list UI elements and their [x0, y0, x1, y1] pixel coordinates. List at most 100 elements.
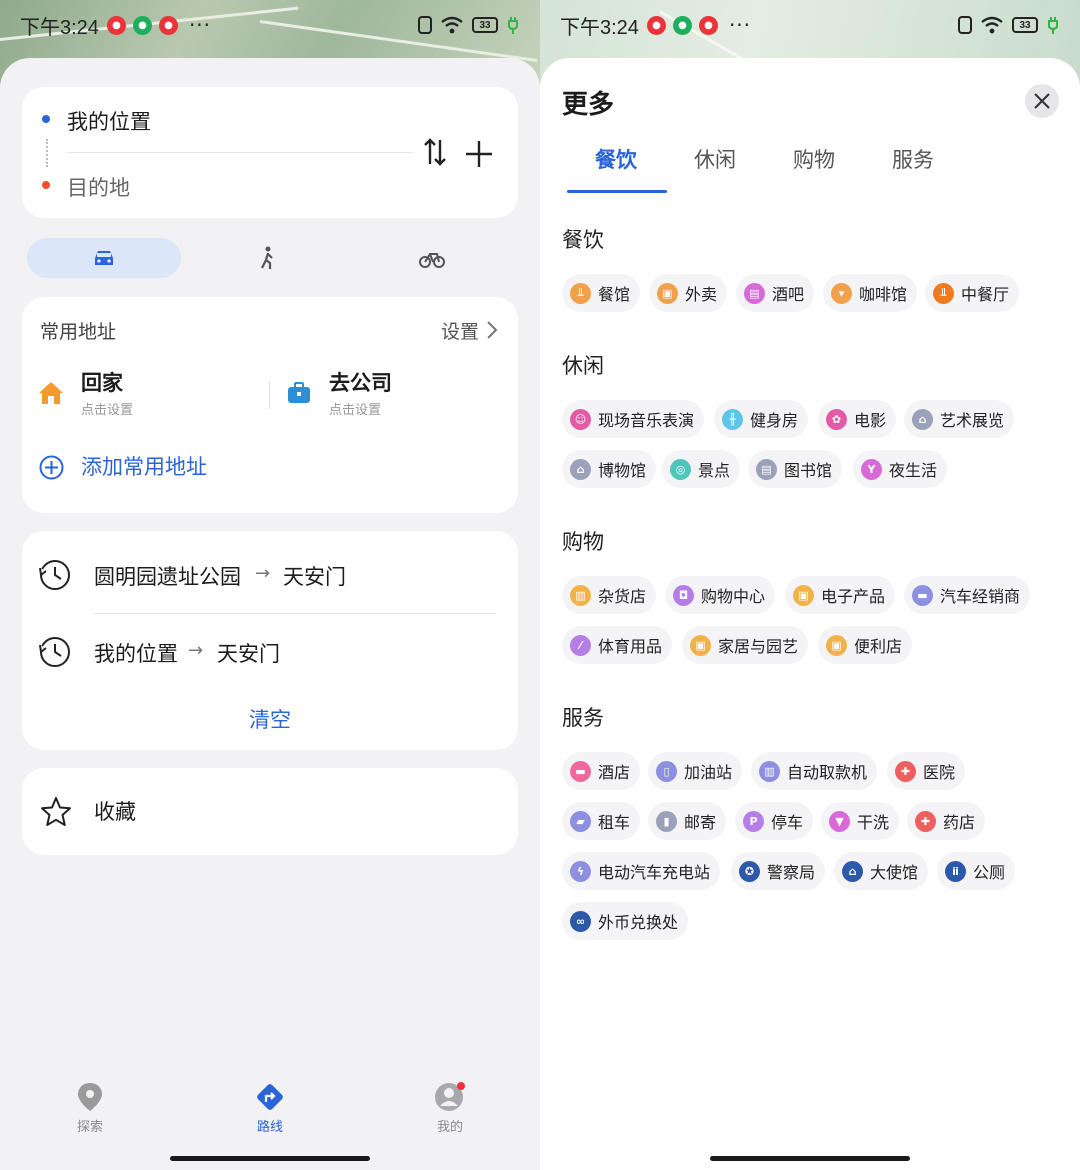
chip-embassy[interactable]: ⌂ 大使馆 [834, 852, 929, 890]
sim-icon [418, 16, 432, 34]
add-common-address-label: 添加常用地址 [81, 455, 207, 479]
chip-pharmacy[interactable]: ✚ 药店 [907, 802, 986, 840]
plus-circle-icon [39, 455, 64, 480]
chip-gas-station[interactable]: ▯ 加油站 [648, 752, 743, 790]
chip-currency-exchange[interactable]: ∞ 外币兑换处 [562, 902, 689, 940]
chip-nightlife[interactable]: Y 夜生活 [853, 450, 948, 488]
home-icon [39, 382, 63, 404]
gallery-icon: ⌂ [912, 408, 933, 430]
recent-route-to: 天安门 [217, 642, 280, 666]
chip-attraction[interactable]: ◎ 景点 [662, 450, 741, 488]
chip-art-exhibition[interactable]: ⌂ 艺术展览 [904, 400, 1015, 438]
section-services-title: 服务 [562, 706, 604, 730]
recent-route-item[interactable]: 我的位置 → 天安门 [38, 632, 508, 672]
tab-dining[interactable]: 餐饮 [566, 144, 666, 174]
more-sheet: 更多 餐饮 休闲 购物 服务 餐饮 ⫫ 餐馆 ▣ 外卖 ▤ 酒吧 ▾ 咖啡馆 ⫫ 中餐厅 … [540, 58, 1080, 1170]
destination-field[interactable]: 目的地 [67, 172, 130, 202]
chip-museum[interactable]: ⌂ 博物馆 [562, 450, 657, 488]
nav-route[interactable]: 路线 [230, 1082, 310, 1135]
settings-link[interactable]: 设置 [441, 317, 479, 344]
book-icon: ▤ [756, 458, 777, 480]
sports-icon: ⁄ [570, 634, 591, 656]
mode-bike[interactable] [407, 238, 457, 278]
chip-restaurant[interactable]: ⫫ 餐馆 [562, 274, 641, 312]
more-categories-pane: 下午3:24 ● ● ● ··· 33 更多 餐饮 休闲 购物 服务 餐饮 ⫫ 餐… [540, 0, 1080, 1170]
clear-history-button[interactable]: 清空 [22, 704, 518, 734]
electronics-icon: ▣ [793, 584, 814, 606]
travel-mode-tabs [27, 238, 517, 278]
chip-mall[interactable]: ◘ 购物中心 [665, 576, 776, 614]
active-tab-indicator [567, 190, 667, 193]
add-common-address-button[interactable]: 添加常用地址 [39, 451, 339, 485]
recent-route-from: 我的位置 [94, 642, 178, 666]
mode-drive[interactable] [27, 238, 181, 278]
favorites-card[interactable]: 收藏 [22, 768, 518, 855]
add-stop-icon[interactable] [464, 139, 494, 169]
walk-icon [261, 246, 273, 269]
chip-grocery[interactable]: ▥ 杂货店 [562, 576, 657, 614]
basket-icon: ▥ [570, 584, 591, 606]
hospital-icon: ✚ [895, 760, 916, 782]
origin-dot [42, 115, 50, 123]
home-shortcut[interactable]: 回家 点击设置 [38, 367, 258, 419]
chip-electronics[interactable]: ▣ 电子产品 [785, 576, 896, 614]
chip-movie[interactable]: ✿ 电影 [818, 400, 897, 438]
ev-charger-icon: ϟ [570, 860, 591, 882]
chip-ev-charging[interactable]: ϟ 电动汽车充电站 [562, 852, 721, 890]
shopping-bag-icon: ◘ [673, 584, 694, 606]
close-button[interactable] [1025, 84, 1059, 118]
chip-atm[interactable]: ▥ 自动取款机 [751, 752, 878, 790]
work-shortcut[interactable]: 去公司 点击设置 [287, 367, 507, 419]
chip-car-dealer[interactable]: ▬ 汽车经销商 [904, 576, 1031, 614]
chip-cafe[interactable]: ▾ 咖啡馆 [823, 274, 918, 312]
chevron-right-icon[interactable] [486, 320, 498, 340]
history-icon [39, 637, 70, 667]
app-notification-icon: ● [698, 15, 718, 35]
favorites-label: 收藏 [94, 800, 136, 824]
chip-restroom[interactable]: ⅱ 公厕 [937, 852, 1016, 890]
chip-sporting-goods[interactable]: ⁄ 体育用品 [562, 626, 673, 664]
chip-library[interactable]: ▤ 图书馆 [748, 450, 843, 488]
route-arrow: → [188, 640, 204, 661]
tab-services[interactable]: 服务 [863, 144, 963, 174]
recent-route-item[interactable]: 圆明园遗址公园 → 天安门 [38, 555, 508, 595]
section-dining-title: 餐饮 [562, 228, 604, 252]
category-tabs: 餐饮 休闲 购物 服务 [562, 134, 1042, 194]
mode-walk[interactable] [242, 238, 292, 278]
chip-dry-cleaning[interactable]: ▼ 干洗 [821, 802, 900, 840]
notification-badge [457, 1082, 465, 1090]
swap-icon[interactable] [422, 137, 448, 167]
chip-car-rental[interactable]: ▰ 租车 [562, 802, 641, 840]
chip-post[interactable]: ▮ 邮寄 [648, 802, 727, 840]
chip-gym[interactable]: ╫ 健身房 [714, 400, 809, 438]
camera-icon: ◎ [670, 458, 691, 480]
house-icon: ▣ [690, 634, 711, 656]
chip-home-garden[interactable]: ▣ 家居与园艺 [682, 626, 809, 664]
app-notification-icon: ● [158, 15, 178, 35]
chip-takeout[interactable]: ▣ 外卖 [649, 274, 728, 312]
chip-parking[interactable]: P 停车 [735, 802, 814, 840]
nav-me[interactable]: 我的 [410, 1082, 490, 1135]
tab-leisure[interactable]: 休闲 [665, 144, 765, 174]
dumbbell-icon: ╫ [722, 408, 743, 430]
chip-live-music[interactable]: ☺ 现场音乐表演 [562, 400, 705, 438]
origin-field[interactable]: 我的位置 [67, 106, 151, 136]
route-planner-pane: 下午3:24 ● ● ● ··· 33 我的位置 目的地 常用地址 设置 回家 … [0, 0, 540, 1170]
common-addresses-title: 常用地址 [40, 321, 117, 343]
tab-shopping[interactable]: 购物 [764, 144, 864, 174]
sim-icon [958, 16, 972, 34]
restaurant-icon: ⫫ [570, 282, 591, 304]
app-notification-icon: ● [132, 15, 152, 35]
nav-explore[interactable]: 探索 [50, 1082, 130, 1135]
chip-bar[interactable]: ▤ 酒吧 [736, 274, 815, 312]
chip-hotel[interactable]: ▬ 酒店 [562, 752, 641, 790]
briefcase-icon [288, 382, 310, 403]
route-input-card: 我的位置 目的地 [22, 87, 518, 218]
chip-chinese-restaurant[interactable]: ⫫ 中餐厅 [925, 274, 1020, 312]
home-sub: 点击设置 [81, 403, 134, 418]
chip-convenience-store[interactable]: ▣ 便利店 [818, 626, 913, 664]
chip-police[interactable]: ✪ 警察局 [731, 852, 826, 890]
chip-hospital[interactable]: ✚ 医院 [887, 752, 966, 790]
store-icon: ▣ [826, 634, 847, 656]
location-pin-icon [78, 1083, 102, 1111]
